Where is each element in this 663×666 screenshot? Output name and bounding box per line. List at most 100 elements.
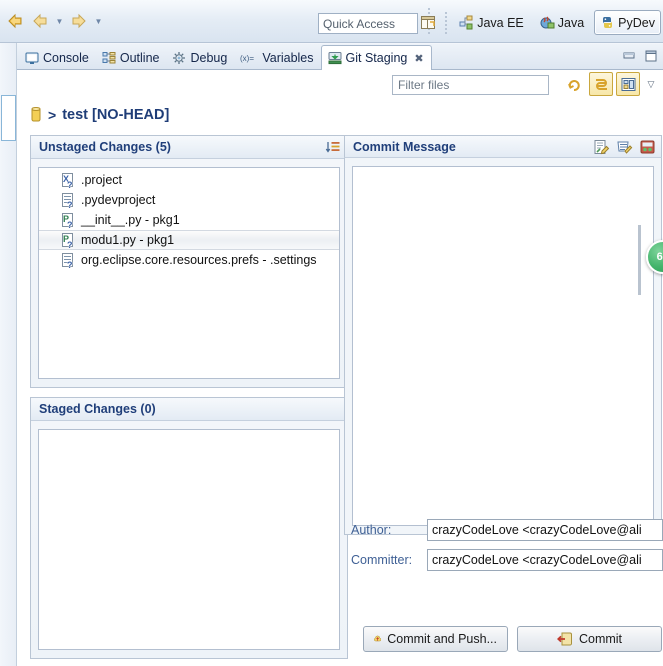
- open-perspective-icon[interactable]: [417, 12, 439, 34]
- refresh-icon[interactable]: [562, 72, 586, 96]
- unstaged-changes-title: Unstaged Changes (5): [39, 140, 171, 154]
- main-toolbar: ▼ ▼ Quick Access Java EE Java PyDev: [0, 0, 663, 43]
- commit-message-header: Commit Message: [344, 135, 662, 158]
- perspective-label: Java: [557, 15, 585, 30]
- push-icon: [374, 635, 382, 642]
- unstaged-changes-body: X ? .project ? .pydevproject P ? __init_…: [31, 159, 347, 387]
- variables-icon: (x)=: [240, 54, 254, 63]
- unstaged-header-buttons: [323, 138, 343, 157]
- change-id-icon[interactable]: [637, 137, 657, 156]
- outline-icon: [102, 52, 116, 64]
- tab-outline[interactable]: Outline: [96, 46, 167, 70]
- committer-input[interactable]: crazyCodeLove <crazyCodeLove@ali: [427, 549, 663, 571]
- commit-message-title: Commit Message: [353, 139, 456, 154]
- unstaged-changes-header: Unstaged Changes (5): [31, 136, 347, 159]
- amend-commit-icon[interactable]: [591, 137, 611, 156]
- text-file-icon: ?: [61, 252, 75, 269]
- back-history-arrow-icon[interactable]: [29, 10, 51, 32]
- view-toolbar-buttons: ▽: [562, 72, 659, 96]
- file-name: modu1.py - pkg1: [81, 233, 175, 247]
- perspective-label: Java EE: [477, 15, 524, 30]
- part-controls: [619, 47, 660, 64]
- perspective-separator: [445, 11, 448, 34]
- overlay-strip: [638, 225, 641, 295]
- author-row: Author: crazyCodeLove <crazyCodeLove@ali: [351, 519, 663, 541]
- python-file-icon: P ?: [62, 232, 73, 250]
- perspective-switcher: Java EE Java PyDev: [417, 9, 661, 36]
- list-item[interactable]: P ? __init__.py - pkg1: [39, 210, 339, 230]
- fast-view-chip[interactable]: [1, 95, 16, 141]
- tab-variables[interactable]: (x)= Variables: [234, 46, 320, 70]
- tab-label: Outline: [119, 51, 160, 65]
- committer-row: Committer: crazyCodeLove <crazyCodeLove@…: [351, 549, 663, 571]
- navigation-button-group: ▼ ▼: [4, 10, 104, 32]
- java-ee-icon: [459, 15, 473, 30]
- xml-file-icon: X ?: [62, 172, 73, 190]
- python-file-icon: P ?: [62, 212, 73, 230]
- list-item[interactable]: ? .pydevproject: [39, 190, 339, 210]
- tab-console[interactable]: Console: [19, 46, 96, 70]
- java-icon: [540, 16, 555, 29]
- tab-label: Git Staging: [345, 51, 408, 65]
- staged-changes-pane: Staged Changes (0): [30, 397, 348, 659]
- commit-and-push-button[interactable]: Commit and Push...: [363, 626, 508, 652]
- commit-icon: [556, 632, 572, 646]
- list-item[interactable]: P ? modu1.py - pkg1: [39, 230, 339, 250]
- debug-icon: [173, 52, 186, 64]
- file-name: .pydevproject: [81, 193, 156, 207]
- list-item[interactable]: ? org.eclipse.core.resources.prefs - .se…: [39, 250, 339, 270]
- author-label: Author:: [351, 523, 392, 537]
- maximize-icon[interactable]: [641, 47, 660, 64]
- minimize-icon[interactable]: [619, 47, 638, 64]
- committer-label: Committer:: [351, 553, 413, 567]
- perspective-pydev[interactable]: PyDev: [594, 10, 661, 35]
- tab-label: Variables: [262, 51, 314, 65]
- commit-button[interactable]: Commit: [517, 626, 662, 652]
- quick-access-input[interactable]: Quick Access: [318, 13, 418, 34]
- back-arrow-icon[interactable]: [4, 10, 26, 32]
- filter-files-input[interactable]: Filter files: [392, 75, 549, 95]
- text-file-icon: ?: [61, 192, 75, 209]
- view-tabs: Console Outline Debug (x)= Variables Git…: [17, 44, 663, 71]
- commit-message-textarea[interactable]: [352, 166, 654, 526]
- view-part-stack: Console Outline Debug (x)= Variables Git…: [17, 44, 663, 666]
- author-input[interactable]: crazyCodeLove <crazyCodeLove@ali: [427, 519, 663, 541]
- repository-separator: >: [48, 107, 57, 123]
- forward-history-chevron-down-icon[interactable]: ▼: [93, 12, 104, 30]
- commit-header-buttons: [591, 137, 657, 156]
- perspective-java-ee[interactable]: Java EE: [453, 10, 530, 35]
- staged-changes-header: Staged Changes (0): [31, 398, 347, 421]
- staged-changes-body: [31, 421, 347, 658]
- sort-icon[interactable]: [323, 138, 343, 157]
- list-item[interactable]: X ? .project: [39, 170, 339, 190]
- signed-off-icon[interactable]: [614, 137, 634, 156]
- file-name: org.eclipse.core.resources.prefs - .sett…: [81, 253, 317, 267]
- commit-and-push-label: Commit and Push...: [387, 632, 497, 646]
- view-menu-chevron-down-icon[interactable]: ▽: [643, 73, 659, 95]
- perspective-label: PyDev: [618, 15, 655, 30]
- eclipse-window: ▼ ▼ Quick Access Java EE Java PyDev Cons…: [0, 0, 663, 666]
- perspective-java[interactable]: Java: [534, 10, 590, 35]
- presentation-icon[interactable]: [616, 72, 640, 96]
- repository-name: test [NO-HEAD]: [62, 107, 170, 123]
- unstaged-file-list[interactable]: X ? .project ? .pydevproject P ? __init_…: [38, 167, 340, 379]
- staged-file-list[interactable]: [38, 429, 340, 650]
- git-staging-icon: [328, 52, 342, 65]
- pydev-icon: [603, 17, 613, 28]
- staged-changes-title: Staged Changes (0): [39, 402, 156, 416]
- tab-close-icon[interactable]: ✖: [414, 52, 423, 65]
- tab-label: Console: [43, 51, 89, 65]
- compare-mode-icon[interactable]: [589, 72, 613, 96]
- tab-debug[interactable]: Debug: [166, 46, 234, 70]
- file-name: __init__.py - pkg1: [81, 213, 180, 227]
- view-tab-bar: Console Outline Debug (x)= Variables Git…: [17, 44, 663, 71]
- console-icon: [25, 52, 39, 64]
- commit-message-pane: Commit Message: [344, 135, 662, 535]
- repository-icon: [31, 107, 41, 122]
- back-history-chevron-down-icon[interactable]: ▼: [54, 12, 65, 30]
- svg-text:(x)=: (x)=: [240, 54, 254, 63]
- file-name: .project: [81, 173, 122, 187]
- tab-git-staging[interactable]: Git Staging ✖: [320, 45, 432, 71]
- forward-arrow-icon[interactable]: [68, 10, 90, 32]
- commit-label: Commit: [578, 632, 623, 646]
